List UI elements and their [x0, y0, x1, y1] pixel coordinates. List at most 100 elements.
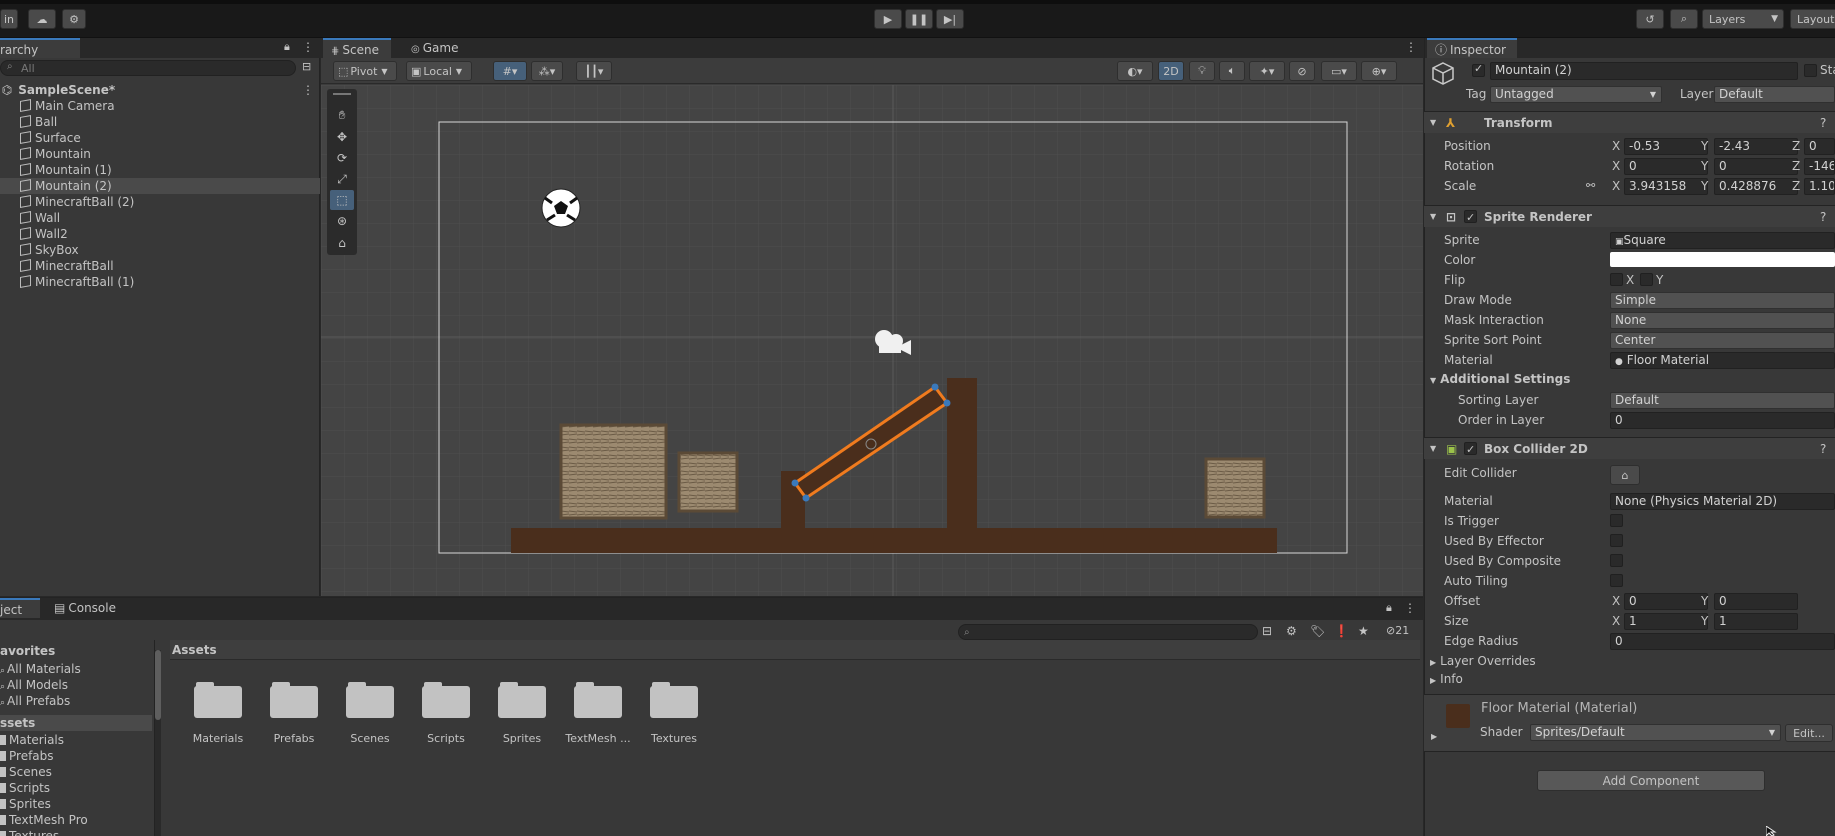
asset-folder-item[interactable]: Scenes — [0, 765, 52, 779]
folder-icon[interactable] — [270, 680, 318, 718]
favorites-item[interactable]: ⌕ All Models — [0, 678, 68, 692]
asset-folder-item[interactable]: Scripts — [0, 781, 50, 795]
pivot-dropdown[interactable]: ⬚ Pivot ▼ — [333, 61, 397, 81]
tab-inspector[interactable]: ⓘ Inspector — [1427, 38, 1517, 58]
asset-folder-item[interactable]: TextMesh Pro — [0, 813, 88, 827]
static-checkbox[interactable] — [1804, 64, 1817, 77]
align-button[interactable]: ┃┃▾ — [576, 61, 612, 81]
sorting-layer-dropdown[interactable]: Default — [1610, 392, 1835, 409]
add-component-button[interactable]: Add Component — [1537, 770, 1765, 791]
folder-label[interactable]: Sprites — [484, 732, 560, 745]
order-in-layer-field[interactable]: 0 — [1610, 412, 1835, 429]
favorites-header[interactable]: avorites — [0, 644, 55, 658]
additional-settings-foldout[interactable]: ▼ Additional Settings — [1430, 372, 1570, 386]
folder-label[interactable]: Materials — [180, 732, 256, 745]
assets-breadcrumb[interactable]: Assets — [170, 640, 1420, 660]
transform-header[interactable]: ▼ ⅄ Transform ? — [1424, 111, 1835, 133]
hierarchy-item[interactable]: Wall2 — [0, 226, 320, 242]
asset-folder-item[interactable]: Prefabs — [0, 749, 54, 763]
folder-icon[interactable] — [422, 680, 470, 718]
hierarchy-item[interactable]: Mountain (1) — [0, 162, 320, 178]
folder-label[interactable]: Scenes — [332, 732, 408, 745]
rect-tool[interactable]: ⬚ — [330, 190, 354, 210]
favorites-item[interactable]: ⌕ All Prefabs — [0, 694, 70, 708]
draw-mode-dropdown[interactable]: Simple — [1610, 292, 1835, 309]
lock-icon[interactable]: 🔒︎ — [1386, 601, 1392, 615]
folder-label[interactable]: Prefabs — [256, 732, 332, 745]
active-checkbox[interactable]: ✓ — [1472, 62, 1485, 77]
pos-x-field[interactable]: -0.53 — [1624, 138, 1708, 155]
folder-icon[interactable] — [194, 680, 242, 718]
offset-y-field[interactable]: 0 — [1714, 593, 1798, 610]
scale-z-field[interactable]: 1.106 — [1804, 178, 1835, 195]
folder-icon[interactable] — [498, 680, 546, 718]
mask-interaction-dropdown[interactable]: None — [1610, 312, 1835, 329]
grid-snap-button[interactable]: #▾ — [493, 61, 527, 81]
hand-tool[interactable]: ✋︎ — [330, 105, 354, 125]
help-icon[interactable]: ? — [1820, 438, 1826, 460]
physics-material-field[interactable]: None (Physics Material 2D) — [1610, 493, 1835, 510]
scene-root[interactable]: ⌬ SampleScene* ⋮ — [0, 82, 320, 98]
folder-icon[interactable] — [346, 680, 394, 718]
asset-folder-item[interactable]: Materials — [0, 733, 64, 747]
scrollbar-thumb[interactable] — [155, 650, 161, 720]
offset-x-field[interactable]: 0 — [1624, 593, 1708, 610]
rotate-tool[interactable]: ⟳ — [330, 148, 354, 168]
more-menu-icon[interactable]: ⋮ — [1404, 601, 1416, 615]
help-icon[interactable]: ? — [1820, 112, 1826, 134]
hierarchy-item[interactable]: Mountain (2) — [0, 178, 320, 194]
project-search-input[interactable]: ⌕ — [958, 624, 1258, 640]
effects-dropdown[interactable]: ✦▾ — [1249, 61, 1285, 81]
info-icon[interactable]: ❗ — [1334, 624, 1349, 638]
tab-hierarchy[interactable]: rarchy — [0, 38, 80, 58]
pos-y-field[interactable]: -2.43 — [1714, 138, 1798, 155]
hierarchy-search-input[interactable]: ⌕ All — [0, 60, 296, 76]
hidden-packages-toggle[interactable]: ⊘21 — [1386, 624, 1409, 637]
search-button[interactable]: ⌕ — [1670, 9, 1698, 29]
flip-x-checkbox[interactable] — [1610, 273, 1623, 286]
layer-overrides-foldout[interactable]: ▶ Layer Overrides — [1430, 654, 1536, 668]
folder-icon[interactable] — [574, 680, 622, 718]
account-button[interactable]: in — [0, 9, 18, 29]
shader-edit-button[interactable]: Edit... — [1785, 724, 1833, 742]
hierarchy-item[interactable]: SkyBox — [0, 242, 320, 258]
rot-y-field[interactable]: 0 — [1714, 158, 1798, 175]
layers-dropdown[interactable]: Layers ▼ — [1702, 9, 1784, 29]
info-foldout[interactable]: ▶ Info — [1430, 672, 1463, 686]
tree-scrollbar[interactable] — [155, 650, 161, 836]
help-icon[interactable]: ? — [1820, 206, 1826, 228]
layer-dropdown[interactable]: Default — [1714, 86, 1835, 103]
size-x-field[interactable]: 1 — [1624, 613, 1708, 630]
search-options-icon[interactable]: ⊟ — [302, 60, 311, 73]
tab-scene[interactable]: ⋕ Scene — [323, 38, 391, 58]
tag-dropdown[interactable]: Untagged ▼ — [1490, 86, 1662, 103]
size-y-field[interactable]: 1 — [1714, 613, 1798, 630]
edit-collider-button[interactable]: ⌂ — [1610, 465, 1640, 485]
tab-game[interactable]: ◎ Game — [403, 38, 463, 58]
visibility-toggle[interactable]: ⊘ — [1289, 61, 1315, 81]
scale-y-field[interactable]: 0.428876 — [1714, 178, 1798, 195]
drag-handle[interactable] — [333, 93, 351, 95]
asset-folder-item[interactable]: Textures — [0, 829, 59, 836]
edge-radius-field[interactable]: 0 — [1610, 633, 1835, 650]
rot-x-field[interactable]: 0 — [1624, 158, 1708, 175]
tab-project[interactable]: ject — [0, 598, 40, 618]
folder-icon[interactable] — [650, 680, 698, 718]
search-by-type-icon[interactable]: ⊟ — [1262, 624, 1272, 638]
lighting-toggle[interactable]: 💡︎ — [1189, 61, 1215, 81]
link-icon[interactable]: ⚯ — [1586, 179, 1595, 192]
move-tool[interactable]: ✥ — [330, 127, 354, 147]
scale-tool[interactable]: ⤢ — [330, 169, 354, 189]
audio-toggle[interactable]: 🔈︎ — [1219, 61, 1245, 81]
history-button[interactable]: ↺ — [1636, 9, 1664, 29]
hierarchy-item[interactable]: MinecraftBall (2) — [0, 194, 320, 210]
rot-z-field[interactable]: -146 — [1804, 158, 1835, 175]
gizmos-dropdown[interactable]: ⊕▾ — [1361, 61, 1397, 81]
hierarchy-item[interactable]: Surface — [0, 130, 320, 146]
layout-dropdown[interactable]: Layout — [1790, 9, 1835, 29]
asset-folder-item[interactable]: Sprites — [0, 797, 51, 811]
sprite-object-field[interactable]: ▣Square — [1610, 232, 1835, 249]
scene-viewport[interactable]: ✋︎ ✥ ⟳ ⤢ ⬚ ⊛ ⌂ — [321, 85, 1423, 596]
search-by-label-icon[interactable]: ⚙ — [1286, 624, 1297, 638]
assets-root-item[interactable]: ssets — [0, 715, 152, 731]
